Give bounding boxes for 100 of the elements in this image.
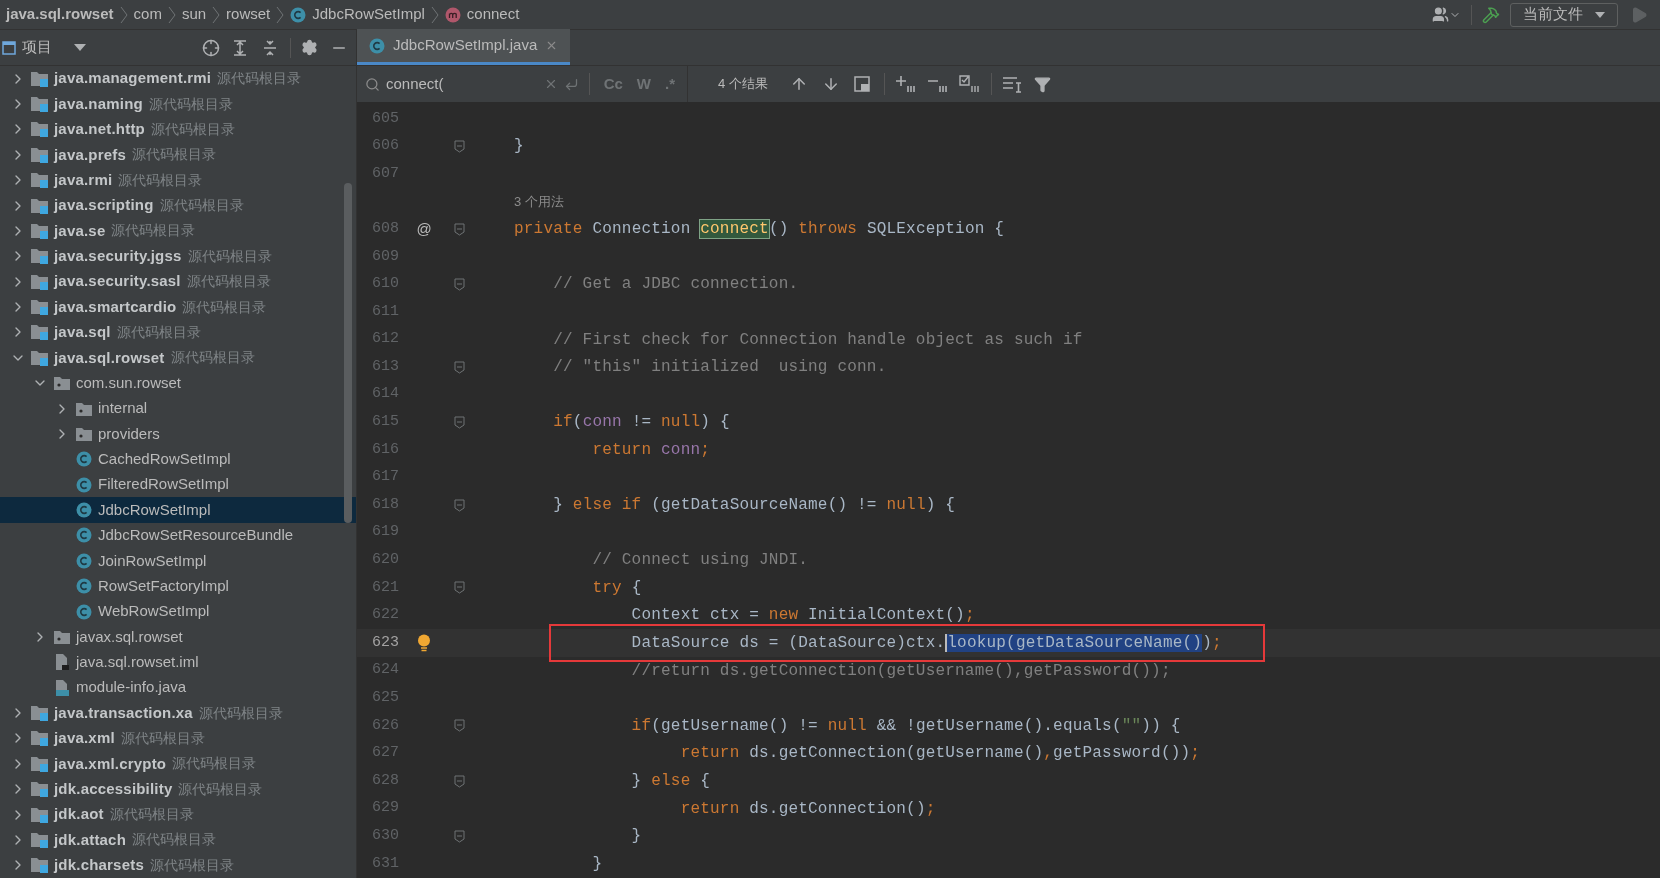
fold-marker-icon[interactable]: [453, 498, 465, 512]
tree-item[interactable]: java.scripting 源代码根目录: [0, 192, 356, 219]
code-line: return ds.getConnection();: [679, 798, 936, 820]
square-icon[interactable]: [853, 76, 870, 92]
tree-item[interactable]: jdk.attach 源代码根目录: [0, 827, 356, 853]
tree-item[interactable]: javax.sql.rowset: [0, 624, 356, 650]
breadcrumb-item[interactable]: sun: [181, 3, 207, 26]
tree-item[interactable]: java.smartcardio 源代码根目录: [0, 294, 356, 320]
tree-item[interactable]: java.transaction.xa 源代码根目录: [0, 700, 356, 726]
line-number: 606: [371, 136, 399, 157]
fold-marker-icon[interactable]: [453, 829, 465, 843]
module-folder-icon: [30, 856, 50, 875]
tree-item[interactable]: JdbcRowSetResourceBundle: [0, 522, 356, 549]
line-number: 620: [371, 550, 399, 571]
line-number: 629: [371, 798, 399, 819]
panel-title[interactable]: 项目: [22, 36, 52, 59]
tree-item[interactable]: java.xml 源代码根目录: [0, 725, 356, 752]
fold-marker-icon[interactable]: [453, 222, 465, 236]
class-icon: [76, 603, 92, 620]
breadcrumb-item[interactable]: com: [133, 3, 162, 26]
tree-item[interactable]: RowSetFactoryImpl: [0, 573, 356, 599]
line-number: 628: [371, 770, 399, 791]
package-folder-icon: [53, 375, 71, 392]
fold-marker-icon[interactable]: [453, 719, 465, 733]
tree-item[interactable]: java.se 源代码根目录: [0, 218, 356, 244]
package-folder-icon: [75, 425, 93, 442]
filter-lines-icon[interactable]: [1001, 75, 1022, 93]
collapse-all-icon[interactable]: [262, 39, 278, 56]
search-icon: [365, 76, 380, 92]
tree-item[interactable]: java.rmi 源代码根目录: [0, 167, 356, 193]
line-number: 608: [371, 218, 399, 239]
package-folder-icon: [75, 400, 93, 417]
caret-icon[interactable]: [74, 44, 86, 51]
tree-item[interactable]: internal: [0, 395, 356, 422]
line-number: 615: [371, 412, 399, 433]
tree-item[interactable]: jdk.charsets 源代码根目录: [0, 852, 356, 878]
editor-tab[interactable]: JdbcRowSetImpl.java: [357, 29, 571, 65]
fold-marker-icon[interactable]: [453, 277, 465, 291]
line-number: 627: [371, 743, 399, 764]
fold-marker-icon[interactable]: [453, 139, 465, 153]
results-count: 4 个结果: [718, 75, 768, 94]
module-folder-icon: [30, 247, 50, 266]
tree-item[interactable]: java.management.rmi 源代码根目录: [0, 66, 356, 92]
module-folder-icon: [30, 272, 50, 291]
select-all-occurrences-icon[interactable]: [958, 75, 981, 93]
fold-marker-icon[interactable]: [453, 581, 465, 595]
fold-marker-icon[interactable]: [453, 774, 465, 788]
tree-item[interactable]: JoinRowSetImpl: [0, 548, 356, 574]
tree-item[interactable]: java.sql.rowset.iml: [0, 649, 356, 675]
fold-marker-icon[interactable]: [453, 360, 465, 374]
code-line: //return ds.getConnection(getUsername(),getPassword());: [630, 660, 1171, 682]
run-config-dropdown[interactable]: 当前文件: [1510, 2, 1618, 27]
tree-item[interactable]: module-info.java: [0, 675, 356, 701]
module-folder-icon: [30, 754, 50, 773]
settings-icon[interactable]: [301, 39, 318, 56]
line-number: 607: [371, 163, 399, 184]
breadcrumb-item[interactable]: rowset: [226, 3, 271, 26]
fold-marker-icon[interactable]: [453, 415, 465, 429]
tree-item[interactable]: CachedRowSetImpl: [0, 446, 356, 472]
tree-item[interactable]: jdk.aot 源代码根目录: [0, 801, 356, 828]
tree-item[interactable]: com.sun.rowset: [0, 370, 356, 396]
hammer-icon[interactable]: [1482, 5, 1500, 24]
module-folder-icon: [30, 171, 50, 190]
tree-item[interactable]: java.prefs 源代码根目录: [0, 142, 356, 168]
usages-hint[interactable]: 3 个用法: [514, 191, 564, 212]
tree-item[interactable]: java.sql.rowset 源代码根目录: [0, 345, 356, 371]
tree-item[interactable]: JdbcRowSetImpl: [0, 497, 356, 523]
breadcrumb-chevron-icon: [119, 4, 128, 25]
tree-item[interactable]: java.xml.crypto 源代码根目录: [0, 751, 356, 777]
code-line: // "this" initialized using conn.: [552, 357, 887, 379]
code-line: }: [591, 853, 603, 875]
breadcrumb-chevron-icon: [276, 4, 285, 25]
breadcrumb-item[interactable]: JdbcRowSetImpl: [290, 3, 425, 26]
filter-icon[interactable]: [1033, 75, 1051, 93]
module-folder-icon: [30, 95, 50, 114]
line-number: 605: [371, 108, 399, 129]
breadcrumb-item[interactable]: java.sql.rowset: [6, 3, 114, 26]
tree-item[interactable]: WebRowSetImpl: [0, 598, 356, 625]
package-folder-icon: [53, 628, 71, 645]
tree-item[interactable]: java.sql 源代码根目录: [0, 319, 356, 346]
expand-all-icon[interactable]: [232, 39, 248, 56]
tree-item[interactable]: jdk.accessibility 源代码根目录: [0, 776, 356, 802]
tree-item[interactable]: java.security.sasl 源代码根目录: [0, 269, 356, 295]
tree-item[interactable]: java.security.jgss 源代码根目录: [0, 243, 356, 269]
override-marker[interactable]: @: [416, 217, 432, 241]
class-icon: [369, 37, 385, 54]
tree-item[interactable]: FilteredRowSetImpl: [0, 472, 356, 498]
lightbulb-icon[interactable]: [417, 634, 431, 653]
scrollbar[interactable]: [344, 183, 352, 523]
tree-item[interactable]: java.naming 源代码根目录: [0, 91, 356, 117]
code-line: } else if (getDataSourceName() != null) {: [552, 495, 956, 517]
add-occurrence-icon[interactable]: [894, 75, 917, 93]
module-folder-icon: [30, 729, 50, 748]
line-number: 612: [371, 329, 399, 350]
user-dropdown-button[interactable]: [1432, 6, 1461, 23]
breadcrumb-item[interactable]: connect: [444, 3, 520, 26]
crosshair-icon[interactable]: [202, 38, 220, 57]
users-icon: [1432, 6, 1449, 23]
tree-item[interactable]: providers: [0, 421, 356, 447]
tree-item[interactable]: java.net.http 源代码根目录: [0, 116, 356, 143]
